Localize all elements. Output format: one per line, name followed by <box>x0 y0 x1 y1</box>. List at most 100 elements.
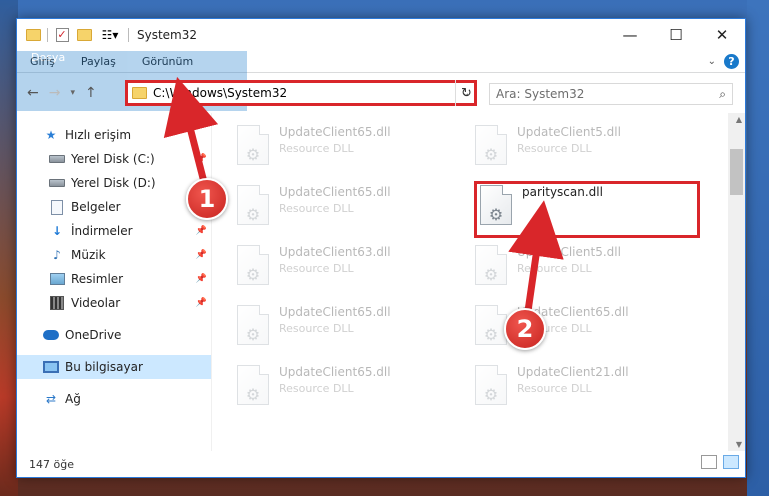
folder-icon[interactable] <box>25 27 41 43</box>
item-count: 147 öğe <box>29 457 74 471</box>
step-badge-1: 1 <box>186 178 228 220</box>
refresh-icon[interactable]: ↻ <box>455 80 477 106</box>
file-item[interactable]: ⚙ UpdateClient5.dll Resource DLL <box>475 119 705 179</box>
ribbon-right-controls: ⌄ ? <box>708 54 739 69</box>
sidebar-item-label: Belgeler <box>71 200 121 214</box>
pin-icon[interactable]: 📌 <box>196 298 207 308</box>
sidebar-item-downloads[interactable]: ↓ İndirmeler 📌 <box>17 219 211 243</box>
dll-file-icon: ⚙ <box>237 185 269 225</box>
sidebar-item-label: Resimler <box>71 272 124 286</box>
address-bar[interactable]: C:\Windows\System32 ⌄ <box>125 80 477 106</box>
sidebar-item-this-pc[interactable]: Bu bilgisayar <box>17 355 211 379</box>
file-item[interactable]: ⚙ UpdateClient65.dll Resource DLL <box>237 359 467 419</box>
window-controls: — ☐ ✕ <box>607 19 745 51</box>
dll-file-icon: ⚙ <box>475 305 507 345</box>
address-path[interactable]: C:\Windows\System32 <box>153 86 458 100</box>
sidebar-item-disk-c[interactable]: Yerel Disk (C:) 📌 <box>17 147 211 171</box>
minimize-button[interactable]: — <box>607 19 653 51</box>
sidebar-item-disk-d[interactable]: Yerel Disk (D:) 📌 <box>17 171 211 195</box>
drive-icon <box>49 151 65 167</box>
pin-icon[interactable]: 📌 <box>196 226 207 236</box>
file-item[interactable]: ⚙ UpdateClient5.dll Resource DLL <box>475 239 705 299</box>
folder-icon <box>132 87 147 99</box>
scroll-down-icon[interactable]: ▼ <box>736 440 742 449</box>
computer-icon <box>43 359 59 375</box>
file-item[interactable]: ⚙ UpdateClient65.dll Resource DLL <box>237 299 467 359</box>
back-arrow-icon[interactable]: ← <box>27 85 39 101</box>
up-arrow-icon[interactable]: ↑ <box>85 85 97 101</box>
sidebar-item-music[interactable]: ♪ Müzik 📌 <box>17 243 211 267</box>
dll-file-icon: ⚙ <box>475 125 507 165</box>
videos-icon <box>49 295 65 311</box>
sidebar-item-onedrive[interactable]: OneDrive <box>17 323 211 347</box>
file-list: ⚙ UpdateClient65.dll Resource DLL ⚙ Updat… <box>212 113 745 451</box>
sidebar-item-label: İndirmeler <box>71 224 133 238</box>
file-name: UpdateClient65.dll <box>279 305 391 319</box>
dll-file-icon: ⚙ <box>237 125 269 165</box>
sidebar-item-label: Yerel Disk (D:) <box>71 176 156 190</box>
scrollbar-thumb[interactable] <box>730 149 743 195</box>
pin-icon[interactable]: 📌 <box>196 154 207 164</box>
file-description: Resource DLL <box>279 262 354 275</box>
new-folder-icon[interactable] <box>76 27 92 43</box>
vertical-scrollbar[interactable]: ▲ ▼ <box>728 113 745 451</box>
title-bar: ✓ ☷▾ System32 — ☐ ✕ <box>17 19 745 51</box>
file-name: UpdateClient5.dll <box>517 245 621 259</box>
help-icon[interactable]: ? <box>724 54 739 69</box>
search-input[interactable]: Ara: System32 ⌕ <box>489 83 733 105</box>
pictures-icon <box>49 271 65 287</box>
scroll-up-icon[interactable]: ▲ <box>736 115 742 124</box>
dll-file-icon: ⚙ <box>237 365 269 405</box>
sidebar-item-label: Videolar <box>71 296 121 310</box>
file-name: UpdateClient5.dll <box>517 125 621 139</box>
close-button[interactable]: ✕ <box>699 19 745 51</box>
quick-access-toolbar: ✓ ☷▾ <box>17 27 129 43</box>
file-name: UpdateClient21.dll <box>517 365 629 379</box>
drive-icon <box>49 175 65 191</box>
content-area: ★ Hızlı erişim Yerel Disk (C:) 📌 Yerel D… <box>17 113 745 451</box>
address-row: ← → ▾ ↑ C:\Windows\System32 ⌄ ↻ Ara: Sys… <box>17 73 745 113</box>
search-icon[interactable]: ⌕ <box>719 87 726 102</box>
navigation-buttons: ← → ▾ ↑ <box>17 85 125 101</box>
file-item[interactable]: ⚙ UpdateClient65.dll Resource DLL <box>237 119 467 179</box>
expand-ribbon-icon[interactable]: ⌄ <box>708 56 716 67</box>
downloads-icon: ↓ <box>51 224 63 238</box>
file-explorer-window: ✓ ☷▾ System32 — ☐ ✕ Dosya Giriş Paylaş G… <box>16 18 746 478</box>
network-icon: ⇄ <box>45 392 57 406</box>
pin-icon[interactable]: 📌 <box>196 274 207 284</box>
file-name: UpdateClient65.dll <box>279 365 391 379</box>
window-title: System32 <box>137 28 198 42</box>
navigation-pane: ★ Hızlı erişim Yerel Disk (C:) 📌 Yerel D… <box>17 113 212 451</box>
recent-locations-icon[interactable]: ▾ <box>70 88 75 98</box>
file-description: Resource DLL <box>279 382 354 395</box>
search-placeholder: Ara: System32 <box>496 87 585 101</box>
file-description: Resource DLL <box>517 142 592 155</box>
sidebar-item-label: Bu bilgisayar <box>65 360 143 374</box>
sidebar-item-quick-access[interactable]: ★ Hızlı erişim <box>17 123 211 147</box>
sidebar-item-pictures[interactable]: Resimler 📌 <box>17 267 211 291</box>
sidebar-item-network[interactable]: ⇄ Ağ <box>17 387 211 411</box>
maximize-button[interactable]: ☐ <box>653 19 699 51</box>
tiles-view-icon[interactable] <box>723 455 739 469</box>
file-item[interactable]: ⚙ UpdateClient65.dll Resource DLL <box>237 179 467 239</box>
customize-toolbar-icon[interactable]: ☷▾ <box>98 27 122 43</box>
forward-arrow-icon[interactable]: → <box>49 85 61 101</box>
details-view-icon[interactable] <box>701 455 717 469</box>
view-buttons <box>701 455 739 469</box>
dll-file-icon: ⚙ <box>475 245 507 285</box>
toolbar-divider <box>47 28 48 42</box>
sidebar-item-documents[interactable]: Belgeler 📌 <box>17 195 211 219</box>
cloud-icon <box>43 327 59 343</box>
toolbar-divider <box>128 28 129 42</box>
pin-icon[interactable]: 📌 <box>196 250 207 260</box>
properties-icon[interactable]: ✓ <box>54 27 70 43</box>
sidebar-item-label: Hızlı erişim <box>65 128 132 142</box>
file-item[interactable]: ⚙ UpdateClient21.dll Resource DLL <box>475 359 705 419</box>
sidebar-item-videos[interactable]: Videolar 📌 <box>17 291 211 315</box>
status-bar: 147 öğe <box>17 451 745 477</box>
star-icon: ★ <box>45 128 57 142</box>
file-item[interactable]: ⚙ UpdateClient63.dll Resource DLL <box>237 239 467 299</box>
dll-file-icon: ⚙ <box>237 245 269 285</box>
